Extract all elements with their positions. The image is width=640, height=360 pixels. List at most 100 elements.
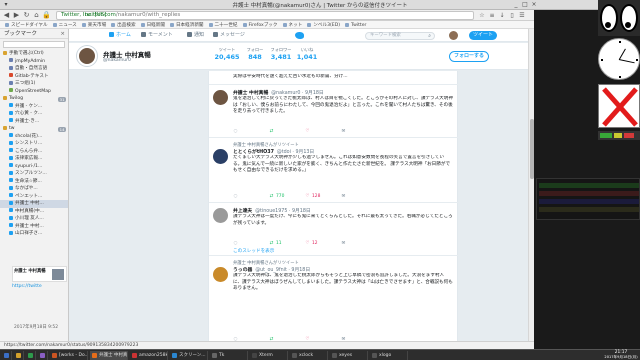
bookmark-list-icon[interactable]: ≡ — [488, 11, 496, 20]
sidebar-icon[interactable]: ▯ — [508, 11, 516, 20]
sidebar-item[interactable]: こらんら弁... — [0, 148, 68, 156]
stat-likes[interactable]: いいね 1,041 — [293, 47, 321, 62]
taskbar-item[interactable]: Tk — [210, 351, 248, 360]
sidebar-item[interactable]: tw 14 — [0, 125, 68, 133]
back-icon[interactable]: ◀ — [2, 11, 11, 20]
sidebar-item[interactable]: ペンエット... — [0, 193, 68, 201]
taskbar-item[interactable] — [2, 351, 12, 360]
bookmark-item[interactable]: 二十一世紀 — [208, 22, 238, 28]
url-bar[interactable]: Twitter, Inc. [US] twitter.com/nakamur0/… — [56, 11, 474, 20]
sidebar-item[interactable]: jmpMyAdmin — [0, 58, 68, 66]
sidebar-item[interactable]: shcola(花)... — [0, 133, 68, 141]
twitter-search-input[interactable]: キーワード検索 ⌕ — [365, 32, 435, 40]
sidebar-item[interactable]: 三つ组(1) — [0, 80, 68, 88]
taskbar-clock[interactable]: 21:17 2017年9月18日(月) — [602, 350, 640, 360]
taskbar-item[interactable]: xclock — [290, 351, 328, 360]
twitter-bird-icon[interactable] — [295, 32, 304, 39]
close-icon[interactable]: × — [530, 1, 538, 8]
retweet-action[interactable]: ⇄ — [269, 129, 305, 134]
sidebar-item[interactable]: 穴心黃 - ク... — [0, 110, 68, 118]
tweet[interactable]: 弁護士 中村真暢さんがリツイート ととくらがtHO37 @tdoi · 9月13日た… — [209, 139, 459, 203]
sidebar-item[interactable]: スンプルツン... — [0, 170, 68, 178]
tweet-avatar[interactable] — [213, 90, 228, 105]
tweet[interactable]: 井上達夫 @tinoue1975 · 9月18日 課テラス大神は一度だけ、今にも鬼に… — [209, 204, 459, 256]
bookmark-item[interactable]: 出品検索 — [111, 22, 136, 28]
sidebar-item[interactable]: 弁護士 中村... — [0, 200, 68, 208]
bookmark-item[interactable]: Firefoxブック — [242, 22, 278, 28]
taskbar-item[interactable]: スクリーン... — [170, 351, 208, 360]
sidebar-item[interactable]: 小川理 友人... — [0, 215, 68, 223]
account-avatar[interactable] — [449, 31, 458, 40]
like-action[interactable]: ♡ 12 — [305, 241, 341, 246]
reload-icon[interactable]: ↻ — [22, 11, 31, 20]
sidebar-item[interactable]: シンストリ... — [0, 140, 68, 148]
sidebar-item[interactable]: syupuri·/1... — [0, 163, 68, 171]
taskbar-item[interactable] — [38, 351, 48, 360]
tweet-avatar[interactable] — [213, 149, 228, 164]
stat-followers[interactable]: フォロワー 3,481 — [267, 47, 295, 62]
dm-action[interactable]: ✉ — [341, 194, 377, 199]
taskbar-item[interactable]: Xterm — [250, 351, 288, 360]
nav-notifications[interactable]: 通知 — [187, 29, 204, 42]
taskbar-item[interactable]: xlogo — [370, 351, 408, 360]
download-icon[interactable]: ↓ — [498, 11, 506, 20]
nav-messages[interactable]: メッセージ — [213, 29, 245, 42]
search-icon[interactable]: ⌕ — [428, 33, 431, 39]
reply-action[interactable]: ◌ — [233, 194, 269, 199]
taskbar-item[interactable]: 弁護士 中村真... — [90, 351, 128, 360]
sidebar-item[interactable]: Twilog 31 — [0, 95, 68, 103]
stat-tweets[interactable]: ツイート 20,465 — [213, 47, 241, 62]
taskbar-item[interactable]: [works - Do... — [50, 351, 88, 360]
bookmark-item[interactable]: 日経新聞 — [140, 22, 165, 28]
taskbar-item[interactable] — [26, 351, 36, 360]
sidebar-item[interactable]: 弁護士 中村... — [0, 223, 68, 231]
tweet-avatar[interactable] — [213, 208, 228, 223]
dm-action[interactable]: ✉ — [341, 129, 377, 134]
minimize-icon[interactable]: _ — [512, 1, 520, 8]
sidebar-item[interactable]: なかばや... — [0, 185, 68, 193]
stat-following[interactable]: フォロー 848 — [241, 47, 269, 62]
home-icon[interactable]: ⌂ — [32, 11, 41, 20]
maximize-icon[interactable]: □ — [521, 1, 529, 8]
sidebar-search-input[interactable] — [3, 41, 65, 48]
profile-avatar[interactable] — [77, 46, 97, 66]
tweet[interactable]: 弁護士 中村真暢さんがリツイート うっの器 @ut_ou_9fnit · 9月18日… — [209, 257, 459, 341]
sidebar-item[interactable]: 中村真暢(中... — [0, 208, 68, 216]
tweet[interactable]: 実際は平安時代を遠く超えた古い水近もの新篇、分け... — [209, 71, 459, 85]
reply-action[interactable]: ◌ — [233, 129, 269, 134]
sidebar-item[interactable]: 手動で選ぶ(Ctrl) — [0, 50, 68, 58]
sidebar-item[interactable]: 弁護 - ケン... — [0, 103, 68, 111]
bookmark-item[interactable]: 日本経済新聞 — [169, 22, 204, 28]
retweet-action[interactable]: ⇄ 11 — [269, 241, 305, 246]
follow-button[interactable]: フォローする — [449, 51, 489, 62]
sidebar-item[interactable]: Gitlab-テキスト — [0, 73, 68, 81]
tweet[interactable]: 弁護士 中村真暢 @nakamur0 · 9月18日 鬼を退治して村に戻ってきた桃太… — [209, 86, 459, 138]
bookmark-item[interactable]: スピードダイヤル — [5, 22, 48, 28]
preview-link[interactable]: https://twitte — [12, 284, 42, 289]
bookmark-item[interactable]: ンベル3(ED) — [307, 22, 340, 28]
sidebar-item[interactable]: 山口祥子さ... — [0, 230, 68, 238]
sidebar-item[interactable]: 法律家広報... — [0, 155, 68, 163]
nav-home[interactable]: ホーム — [109, 29, 131, 42]
taskbar-item[interactable]: xeyes — [330, 351, 368, 360]
show-thread-link[interactable]: このスレッドを表示 — [233, 248, 274, 254]
bookmark-item[interactable]: ニュース — [52, 22, 77, 28]
bookmark-item[interactable]: 楽天市場 — [81, 22, 106, 28]
taskbar-item[interactable] — [14, 351, 24, 360]
nav-moments[interactable]: モーメント — [141, 29, 173, 42]
like-action[interactable]: ♡ 128 — [305, 194, 341, 199]
dm-action[interactable]: ✉ — [341, 241, 377, 246]
forward-icon[interactable]: ▶ — [12, 11, 21, 20]
like-action[interactable]: ♡ — [305, 129, 341, 134]
sidebar-item[interactable]: 自動・自然言語 — [0, 65, 68, 73]
retweet-action[interactable]: ⇄ 770 — [269, 194, 305, 199]
menu-icon[interactable]: ☰ — [518, 11, 526, 20]
star-icon[interactable]: ☆ — [478, 11, 486, 20]
reply-action[interactable]: ◌ — [233, 241, 269, 246]
tweet-avatar[interactable] — [213, 267, 228, 282]
tweet-button[interactable]: ツイート — [469, 31, 497, 40]
sidebar-item[interactable]: OpenStreetMap — [0, 88, 68, 96]
taskbar-item[interactable]: amazon258k... — [130, 351, 168, 360]
sidebar-close-icon[interactable]: × — [60, 29, 65, 39]
sidebar-item[interactable]: 弁護士·き... — [0, 118, 68, 126]
